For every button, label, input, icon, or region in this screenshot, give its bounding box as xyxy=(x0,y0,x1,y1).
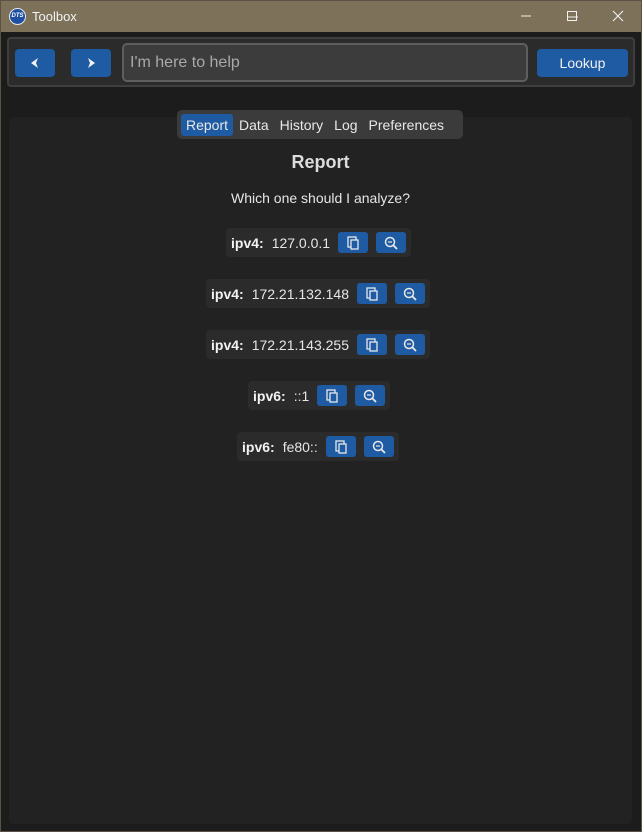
close-button[interactable] xyxy=(595,0,641,31)
zoom-in-icon xyxy=(372,440,386,454)
ip-type-label: ipv4: xyxy=(211,285,244,302)
ip-address: ::1 xyxy=(293,387,310,404)
copy-button[interactable] xyxy=(357,283,388,304)
copy-button[interactable] xyxy=(338,232,369,253)
copy-button[interactable] xyxy=(325,436,356,457)
zoom-in-icon xyxy=(384,236,398,250)
search-input[interactable] xyxy=(122,43,528,82)
lookup-button[interactable]: Lookup xyxy=(537,49,628,77)
tab-report[interactable]: Report xyxy=(181,113,234,136)
copy-button[interactable] xyxy=(317,385,348,406)
back-arrow-icon xyxy=(31,58,38,68)
app-logo-icon: DTS xyxy=(9,8,26,25)
back-button[interactable] xyxy=(15,49,55,77)
ip-row: ipv4: 172.21.132.148 xyxy=(206,279,431,308)
copy-icon xyxy=(335,439,347,454)
analyze-button[interactable] xyxy=(363,436,394,457)
ip-row: ipv4: 127.0.0.1 xyxy=(226,228,412,257)
tab-history[interactable]: History xyxy=(275,114,329,136)
minimize-button[interactable] xyxy=(503,0,549,31)
ip-type-label: ipv4: xyxy=(231,234,264,251)
copy-icon xyxy=(326,388,338,403)
copy-icon xyxy=(366,286,378,301)
toolbar: Lookup xyxy=(7,37,635,87)
maximize-button[interactable] xyxy=(549,0,595,31)
ip-address: 172.21.132.148 xyxy=(251,285,350,302)
ip-address: 127.0.0.1 xyxy=(271,234,331,251)
report-title: Report xyxy=(291,152,350,172)
zoom-in-icon xyxy=(403,287,417,301)
report-question: Which one should I analyze? xyxy=(231,190,410,206)
ip-row: ipv6: fe80:: xyxy=(237,432,399,461)
copy-button[interactable] xyxy=(357,334,388,355)
ip-row: ipv4: 172.21.143.255 xyxy=(206,330,431,359)
minimize-icon xyxy=(521,15,531,16)
analyze-button[interactable] xyxy=(395,334,426,355)
maximize-icon xyxy=(567,10,577,21)
copy-icon xyxy=(366,337,378,352)
ip-address: fe80:: xyxy=(282,438,318,455)
tab-log[interactable]: Log xyxy=(329,114,362,136)
ip-type-label: ipv4: xyxy=(211,336,244,353)
ip-type-label: ipv6: xyxy=(242,438,275,455)
ip-row: ipv6: ::1 xyxy=(248,381,391,410)
analyze-button[interactable] xyxy=(355,385,386,406)
tab-data[interactable]: Data xyxy=(234,114,274,136)
tab-preferences[interactable]: Preferences xyxy=(364,114,449,136)
analyze-button[interactable] xyxy=(376,232,407,253)
ip-address: 172.21.143.255 xyxy=(251,336,350,353)
report-panel: Report Data History Log Preferences Repo… xyxy=(9,110,632,824)
close-icon xyxy=(612,10,624,21)
copy-icon xyxy=(347,235,359,250)
zoom-in-icon xyxy=(364,389,377,403)
tab-bar: Report Data History Log Preferences xyxy=(177,110,463,139)
ip-type-label: ipv6: xyxy=(253,387,286,404)
analyze-button[interactable] xyxy=(395,283,426,304)
forward-arrow-icon xyxy=(88,58,95,68)
forward-button[interactable] xyxy=(71,49,111,77)
window-title: Toolbox xyxy=(32,9,77,24)
zoom-in-icon xyxy=(403,338,417,352)
